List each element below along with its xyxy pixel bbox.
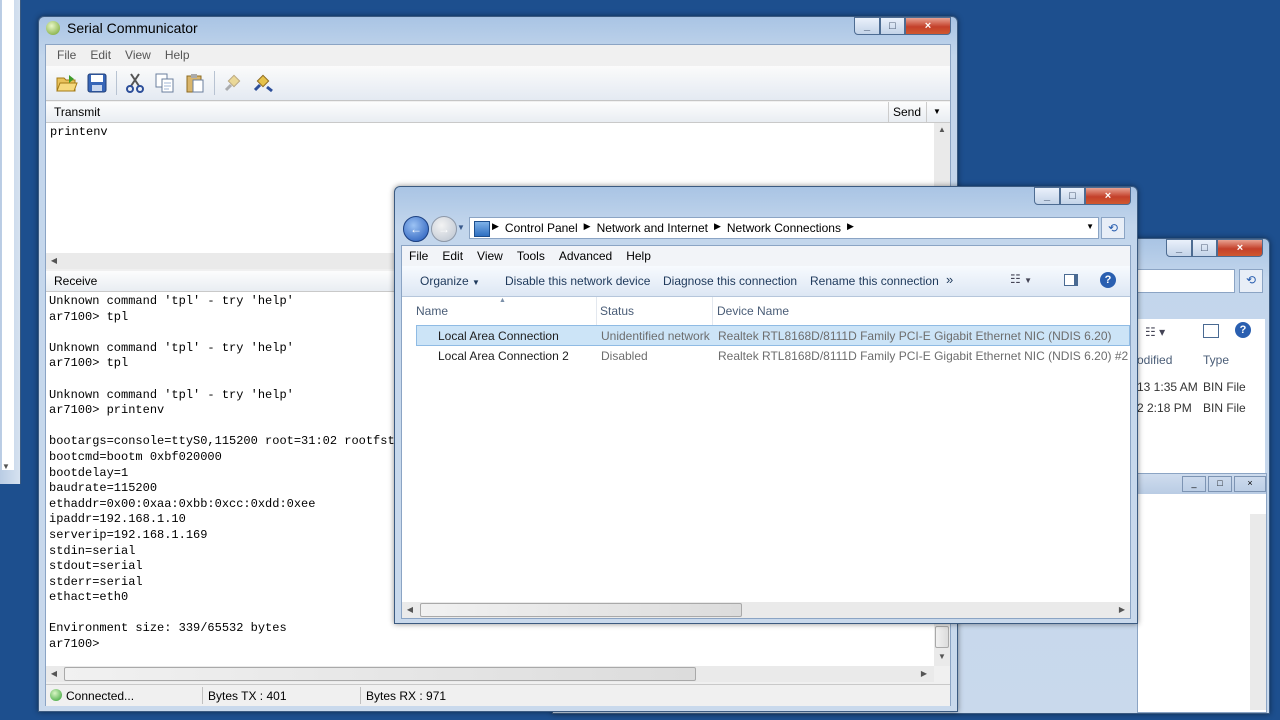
close-button[interactable]: × [905,17,951,35]
recent-pages-dropdown[interactable]: ▼ [457,223,465,232]
file-row[interactable]: 2 2:18 PM BIN File [1137,401,1265,415]
receive-hscroll-thumb[interactable] [64,667,696,681]
transmit-header: Transmit Send ▼ [46,102,950,123]
connect-icon[interactable] [220,70,246,96]
maximize-button[interactable]: □ [1060,187,1085,205]
close-button[interactable]: × [1085,187,1131,205]
send-options-dropdown[interactable]: ▼ [926,102,947,122]
receive-label: Receive [54,274,98,288]
connection-status: Disabled [601,349,648,363]
menu-help[interactable]: Help [619,246,658,266]
background-window-left: ▼ [0,0,21,484]
transmit-label: Transmit [54,105,101,119]
scroll-down-arrow[interactable]: ▼ [2,462,10,471]
bytes-tx: Bytes TX : 401 [208,689,287,703]
breadcrumb: ▶ Control Panel ▶ Network and Internet ▶… [492,221,854,235]
receive-horizontal-scrollbar[interactable]: ◀ ▶ [46,666,934,682]
nested-maximize-button[interactable]: □ [1208,476,1232,492]
window-title: Serial Communicator [67,20,198,36]
sort-indicator-icon: ▲ [499,297,506,304]
minimize-button[interactable]: _ [854,17,880,35]
connection-name: Local Area Connection 2 [438,349,569,363]
forward-arrow-icon: → [438,222,450,236]
nested-window: _ □ × [1137,473,1267,713]
disconnect-icon[interactable] [250,70,276,96]
command-bar: Organize ▼ Disable this network device D… [402,266,1130,297]
forward-button[interactable]: → [431,216,457,242]
refresh-icon[interactable]: ⟲ [1239,269,1263,293]
connection-device: Realtek RTL8168D/8111D Family PCI-E Giga… [718,349,1129,363]
menu-bar: File Edit View Help [50,45,197,65]
breadcrumb-network-and-internet[interactable]: Network and Internet [597,221,708,235]
maximize-button[interactable]: □ [880,17,905,35]
list-hscroll-thumb[interactable] [420,603,742,617]
open-folder-icon[interactable] [54,70,80,96]
column-type[interactable]: Type [1203,353,1229,367]
network-connections-window: _ □ × ← → ▼ ▶ Control Panel ▶ Network an… [394,186,1138,624]
back-button[interactable]: ← [403,216,429,242]
nested-minimize-button[interactable]: _ [1182,476,1206,492]
bytes-rx: Bytes RX : 971 [366,689,447,703]
view-options-icon[interactable]: ☷ ▾ [1145,325,1165,339]
send-button[interactable]: Send [888,102,925,122]
app-icon [46,21,60,35]
minimize-button[interactable]: _ [1166,239,1192,257]
nested-scrollbar[interactable] [1250,514,1266,710]
help-icon[interactable]: ? [1235,322,1251,338]
connection-row[interactable]: Local Area Connection 2 Disabled Realtek… [416,346,1130,367]
toolbar [46,66,950,101]
address-dropdown[interactable] [1133,269,1235,293]
column-device-name[interactable]: Device Name [713,297,1127,325]
connection-row[interactable]: Local Area Connection Unidentified netwo… [416,325,1130,346]
receive-scroll-thumb[interactable] [935,626,949,648]
breadcrumb-control-panel[interactable]: Control Panel [505,221,578,235]
address-bar[interactable]: ▶ Control Panel ▶ Network and Internet ▶… [469,217,1099,239]
control-panel-icon [474,221,490,237]
help-icon[interactable]: ? [1100,272,1116,288]
menu-help[interactable]: Help [158,45,197,65]
status-bar: Connected... Bytes TX : 401 Bytes RX : 9… [46,684,950,706]
connection-status: Connected... [66,689,135,703]
nested-close-button[interactable]: × [1234,476,1266,492]
connection-device: Realtek RTL8168D/8111D Family PCI-E Giga… [718,329,1112,343]
save-icon[interactable] [84,70,110,96]
change-view-icon[interactable]: ☷ ▼ [1010,272,1032,286]
menu-file[interactable]: File [50,45,83,65]
preview-pane-icon[interactable] [1064,274,1078,286]
disable-device-button[interactable]: Disable this network device [505,274,650,288]
cut-icon[interactable] [122,70,148,96]
back-arrow-icon: ← [410,222,422,236]
close-button[interactable]: × [1217,239,1263,257]
refresh-button[interactable]: ⟲ [1101,217,1125,239]
address-history-dropdown[interactable]: ▼ [1086,222,1094,231]
connected-status-icon [50,689,62,701]
column-modified[interactable]: odified [1137,353,1172,367]
connection-status: Unidentified network [601,329,710,343]
organize-button[interactable]: Organize ▼ [420,274,480,288]
list-horizontal-scrollbar[interactable]: ◀ ▶ [402,602,1130,618]
file-row[interactable]: 13 1:35 AM BIN File [1137,380,1265,394]
breadcrumb-network-connections[interactable]: Network Connections [727,221,841,235]
connection-name: Local Area Connection [438,329,559,343]
more-commands-button[interactable]: » [946,272,953,287]
preview-pane-icon[interactable] [1203,324,1219,338]
minimize-button[interactable]: _ [1034,187,1060,205]
column-header: Name ▲ Status Device Name [402,297,1130,325]
paste-icon[interactable] [182,70,208,96]
copy-icon[interactable] [152,70,178,96]
menu-tools[interactable]: Tools [510,246,552,266]
diagnose-connection-button[interactable]: Diagnose this connection [663,274,797,288]
menu-edit[interactable]: Edit [435,246,470,266]
menu-file[interactable]: File [402,246,435,266]
maximize-button[interactable]: □ [1192,239,1217,257]
refresh-icon: ⟲ [1107,221,1119,235]
menu-advanced[interactable]: Advanced [552,246,619,266]
rename-connection-button[interactable]: Rename this connection [810,274,939,288]
menu-view[interactable]: View [470,246,510,266]
menu-view[interactable]: View [118,45,158,65]
column-status[interactable]: Status [596,297,713,325]
menu-bar: File Edit View Tools Advanced Help [402,246,1130,266]
menu-edit[interactable]: Edit [83,45,118,65]
